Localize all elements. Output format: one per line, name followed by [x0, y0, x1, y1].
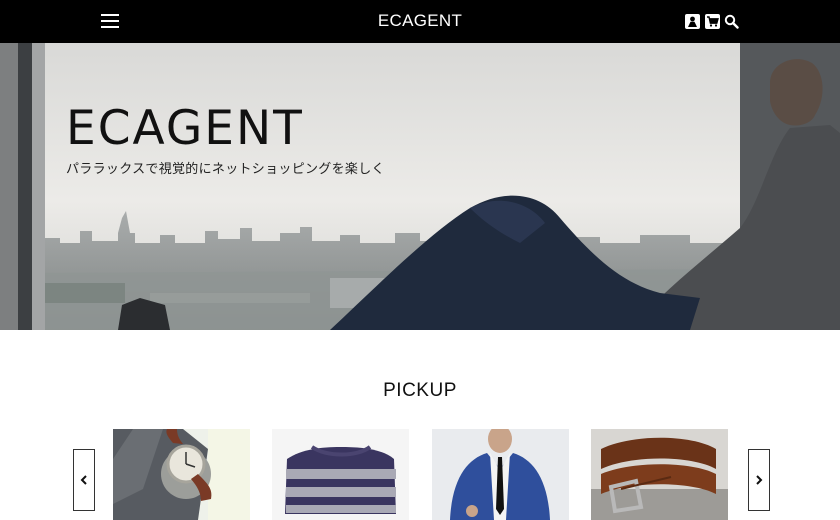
- hero-logo: ECAGENT: [66, 101, 304, 156]
- product-card-sweater[interactable]: [272, 429, 409, 520]
- chevron-right-icon: [756, 475, 763, 485]
- striped-sweater-image: [272, 429, 409, 520]
- wristwatch-image: [113, 429, 250, 520]
- site-header: ECAGENT: [0, 0, 840, 43]
- hero-tagline: パララックスで視覚的にネットショッピングを楽しく: [66, 162, 385, 177]
- user-icon[interactable]: [685, 14, 700, 29]
- product-card-belt[interactable]: [591, 429, 728, 520]
- blue-suit-image: [432, 429, 569, 520]
- carousel-prev-button[interactable]: [73, 449, 95, 511]
- hero-cityscape-image: [0, 43, 840, 330]
- chevron-left-icon: [80, 475, 87, 485]
- leather-belt-image: [591, 429, 728, 520]
- product-card-suit[interactable]: [432, 429, 569, 520]
- product-card-watch[interactable]: [113, 429, 250, 520]
- hero-banner: ECAGENT パララックスで視覚的にネットショッピングを楽しく: [0, 43, 840, 330]
- pickup-heading: PICKUP: [383, 380, 457, 401]
- cart-icon[interactable]: [705, 14, 720, 29]
- search-icon[interactable]: [724, 14, 739, 29]
- carousel-next-button[interactable]: [748, 449, 770, 511]
